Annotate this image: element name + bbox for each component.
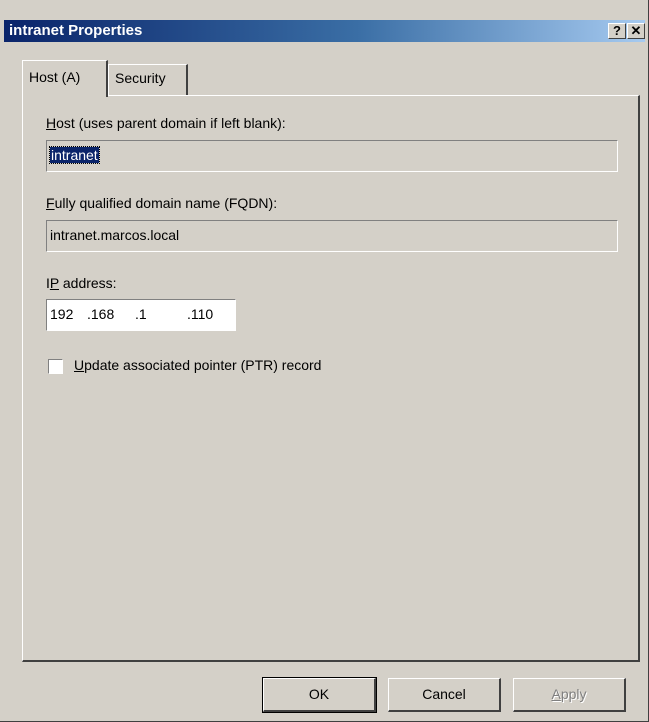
properties-dialog: intranet Properties ? ✕ Host (A) Securit… [0, 0, 649, 722]
apply-label: pply [560, 686, 587, 702]
fqdn-label-mnemonic: F [46, 195, 55, 211]
host-input[interactable]: intranet [46, 140, 618, 172]
ip-octet-2[interactable]: .168 [87, 306, 114, 322]
ip-octet-3[interactable]: .1 [135, 306, 147, 322]
apply-mnemonic: A [551, 686, 561, 702]
window-title: intranet Properties [9, 22, 143, 39]
tab-host-a[interactable]: Host (A) [22, 60, 108, 97]
ip-octet-4[interactable]: .110 [187, 306, 213, 322]
ptr-label-text: pdate associated pointer (PTR) record [84, 357, 322, 373]
fqdn-label-text: ully qualified domain name (FQDN): [54, 195, 278, 211]
help-button[interactable]: ? [608, 23, 626, 39]
ip-address-label: IP address: [46, 275, 117, 291]
ptr-checkbox-label[interactable]: Update associated pointer (PTR) record [74, 357, 321, 373]
tab-security[interactable]: Security [108, 64, 188, 95]
host-label-mnemonic: H [46, 115, 57, 131]
host-label-text: ost (uses parent domain if left blank): [56, 115, 286, 131]
apply-button[interactable]: Apply [513, 678, 626, 712]
cancel-button[interactable]: Cancel [388, 678, 501, 712]
ip-label-mnemonic: P [49, 275, 59, 291]
ok-button[interactable]: OK [262, 677, 377, 713]
close-button[interactable]: ✕ [627, 23, 645, 39]
host-input-value: intranet [49, 146, 100, 164]
fqdn-field[interactable]: intranet.marcos.local [46, 220, 618, 252]
title-bar[interactable]: intranet Properties ? ✕ [4, 20, 645, 42]
ptr-label-mnemonic: U [74, 357, 85, 373]
ptr-checkbox[interactable] [48, 359, 63, 374]
ip-octet-1[interactable]: 192 [50, 306, 73, 322]
ip-label-text: address: [58, 275, 117, 291]
host-label: Host (uses parent domain if left blank): [46, 115, 286, 131]
ip-address-input[interactable]: 192 .168 .1 .110 [46, 299, 236, 331]
tab-panel-host [22, 95, 640, 662]
fqdn-field-value: intranet.marcos.local [50, 227, 180, 243]
fqdn-label: Fully qualified domain name (FQDN): [46, 195, 277, 211]
